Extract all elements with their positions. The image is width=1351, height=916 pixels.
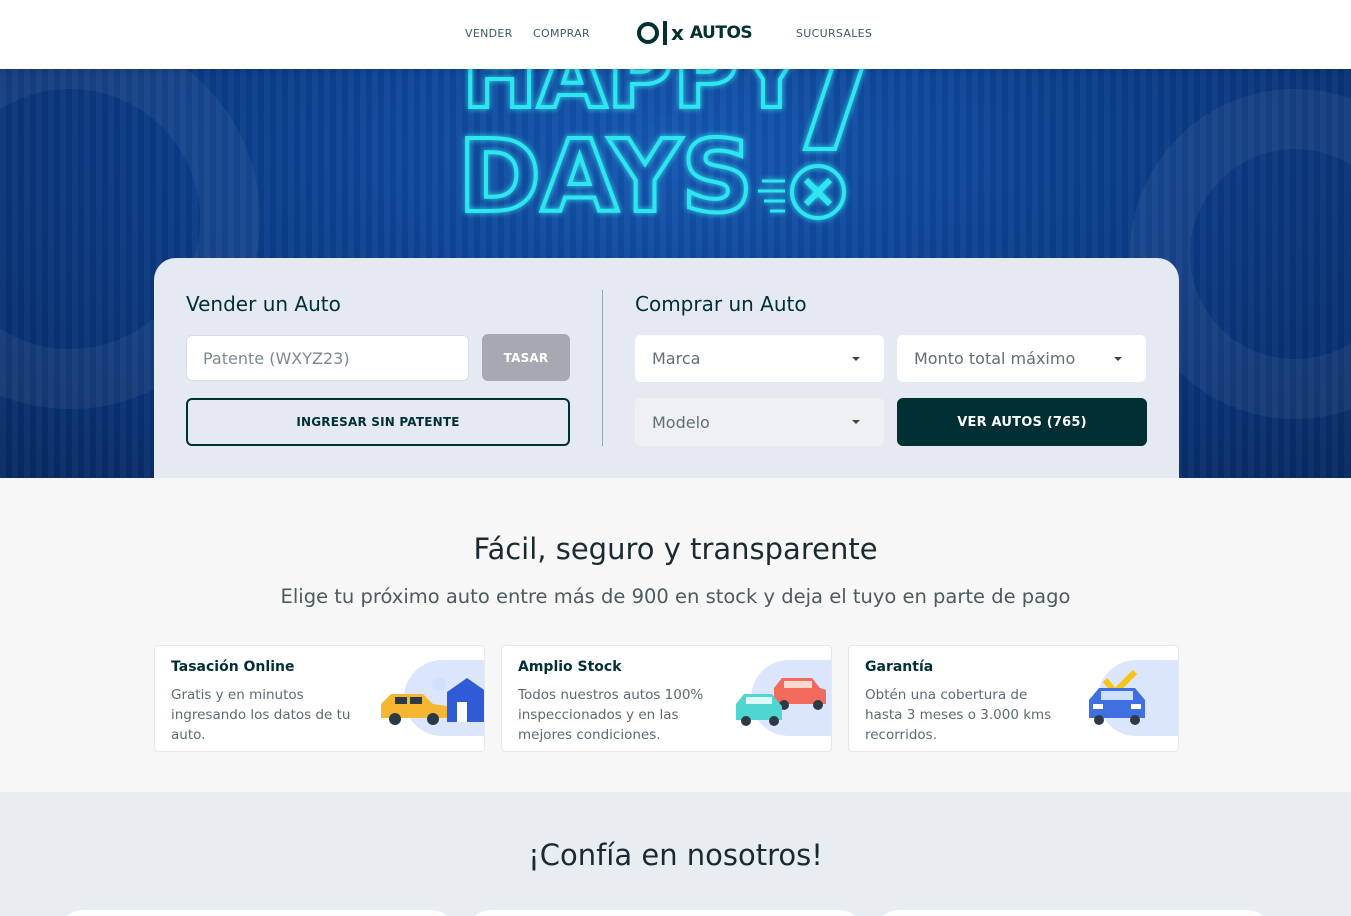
- section-divider: [602, 290, 603, 446]
- features-subtitle: Elige tu próximo auto entre más de 900 e…: [280, 585, 1071, 608]
- testimonial-card: [878, 910, 1268, 916]
- nav-link-branches[interactable]: SUCURSALES: [796, 27, 872, 40]
- max-amount-select-label: Monto total máximo: [914, 349, 1076, 368]
- feature-description: Obtén una cobertura de hasta 3 meses o 3…: [865, 687, 1052, 743]
- chevron-down-icon: [852, 357, 860, 361]
- trust-title: ¡Confía en nosotros!: [528, 838, 823, 872]
- enter-without-plate-button[interactable]: INGRESAR SIN PATENTE: [186, 398, 570, 446]
- feature-card-online-appraisal: Tasación Online Gratis y en minutos ingr…: [154, 645, 485, 752]
- olx-autos-logo[interactable]: x AUTOS: [637, 18, 753, 48]
- chevron-down-icon: [852, 420, 860, 424]
- feature-description: Todos nuestros autos 100% inspeccionados…: [518, 687, 704, 743]
- happy-days-text: DAYS: [458, 118, 753, 235]
- feature-title: Garantía: [865, 659, 934, 675]
- logo-o-mark: [637, 22, 659, 44]
- chevron-down-icon: [1114, 357, 1122, 361]
- max-amount-select[interactable]: Monto total máximo: [897, 335, 1146, 382]
- top-navigation-bar: VENDER COMPRAR x AUTOS SUCURSALES: [0, 0, 1351, 69]
- logo-text: AUTOS: [689, 23, 753, 43]
- model-select[interactable]: Modelo: [635, 398, 884, 446]
- svg-text:HAPPY: HAPPY: [462, 69, 806, 129]
- see-cars-button[interactable]: VER AUTOS (765): [897, 398, 1147, 446]
- sell-section-title: Vender un Auto: [186, 292, 341, 316]
- car-checkmark-illustration-icon: [1089, 670, 1145, 725]
- car-and-house-illustration-icon: [381, 677, 484, 725]
- feature-card-warranty: Garantía Obtén una cobertura de hasta 3 …: [848, 645, 1179, 752]
- nav-link-sell[interactable]: VENDER: [465, 27, 513, 40]
- logo-bar-mark: [663, 21, 667, 45]
- model-select-label: Modelo: [652, 412, 710, 432]
- buy-section-title: Comprar un Auto: [635, 292, 807, 316]
- logo-x-mark: x: [671, 21, 684, 45]
- plate-input[interactable]: Patente (WXYZ23): [186, 335, 469, 381]
- feature-card-wide-stock: Amplio Stock Todos nuestros autos 100% i…: [501, 645, 832, 752]
- two-cars-illustration-icon: [736, 678, 826, 726]
- feature-title: Tasación Online: [171, 659, 295, 675]
- feature-title: Amplio Stock: [518, 659, 622, 675]
- feature-description: Gratis y en minutos ingresando los datos…: [171, 687, 351, 743]
- trust-section: ¡Confía en nosotros!: [0, 792, 1351, 916]
- brand-select-label: Marca: [652, 349, 701, 368]
- search-card: Vender un Auto Patente (WXYZ23) TASAR IN…: [154, 258, 1179, 478]
- appraise-button[interactable]: TASAR: [482, 334, 570, 381]
- brand-select[interactable]: Marca: [635, 335, 884, 382]
- features-title: Fácil, seguro y transparente: [473, 532, 878, 566]
- nav-link-buy[interactable]: COMPRAR: [533, 27, 590, 40]
- testimonial-card: [470, 910, 860, 916]
- testimonial-card: [62, 910, 452, 916]
